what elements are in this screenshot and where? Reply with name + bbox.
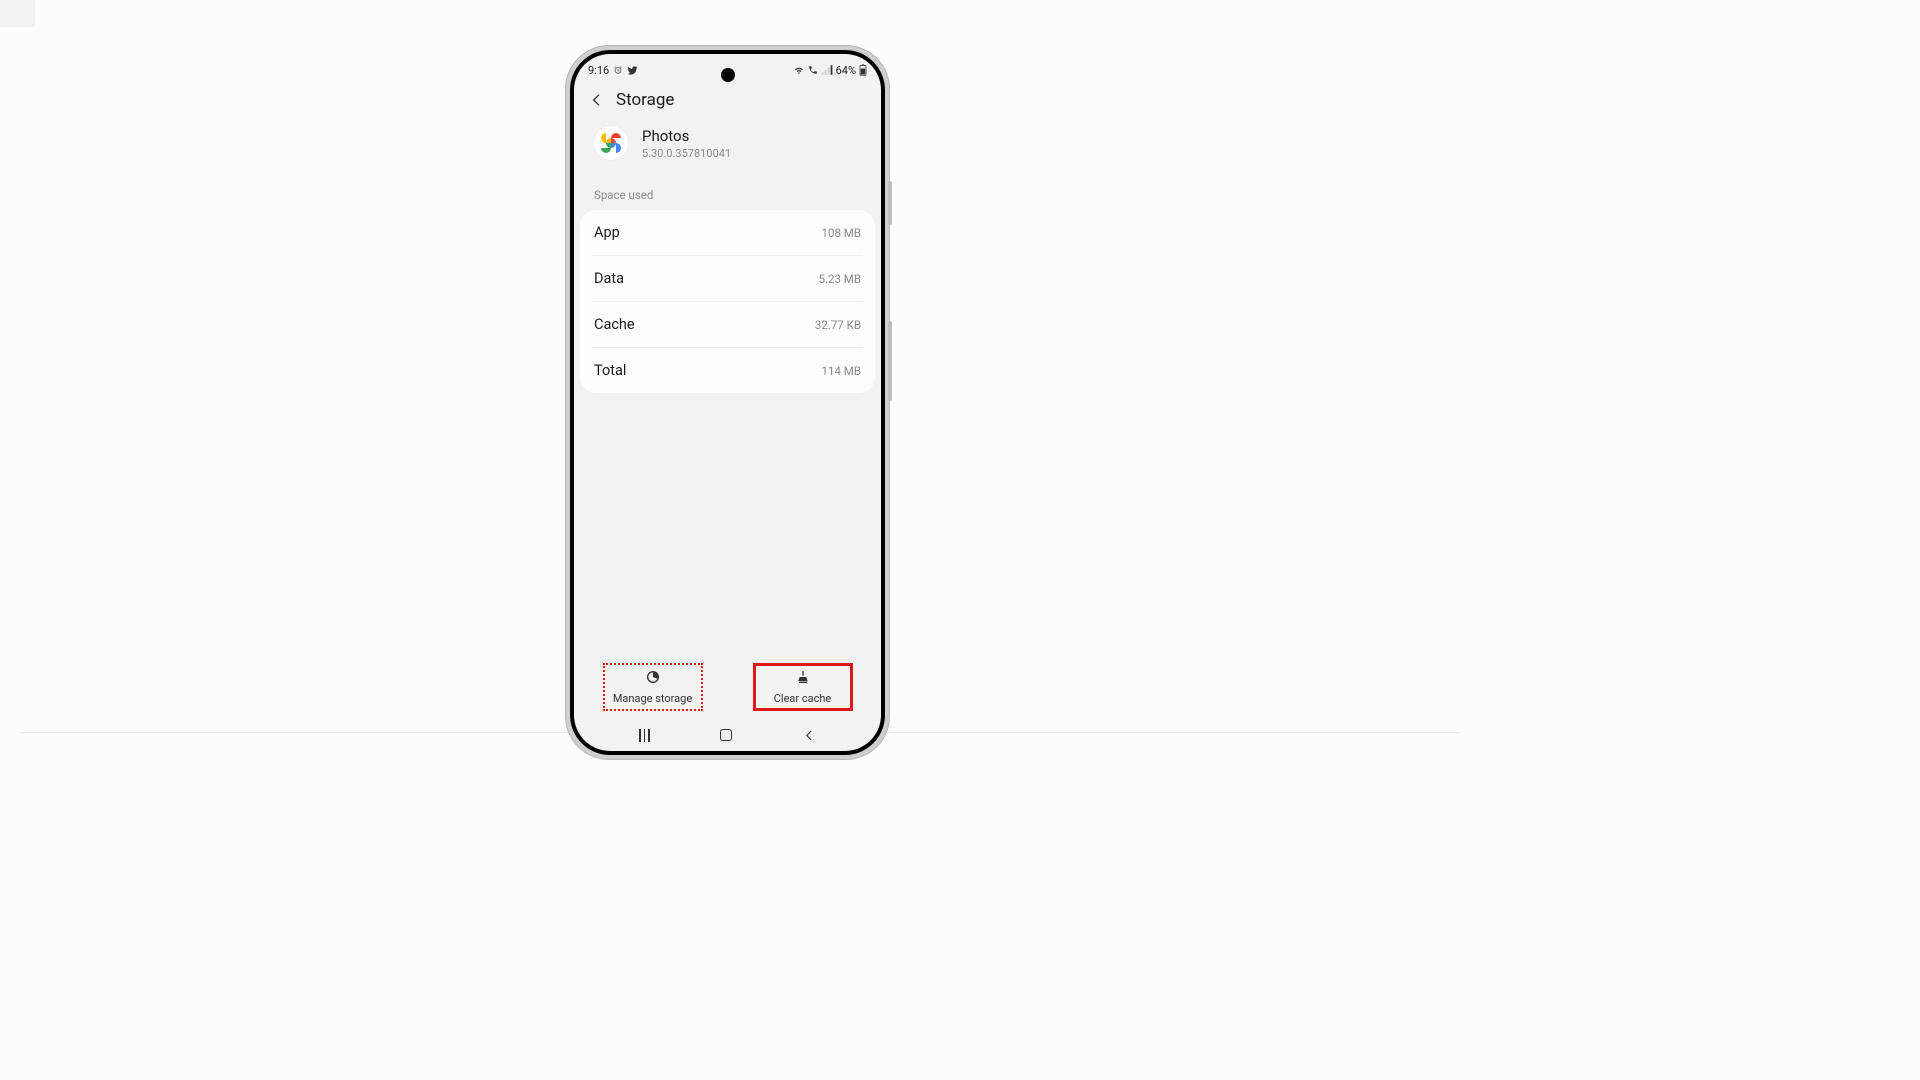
- row-label: Cache: [594, 316, 635, 333]
- pie-chart-icon: [645, 669, 661, 688]
- row-value: 5.23 MB: [819, 272, 861, 286]
- screen-header: Storage: [574, 82, 881, 124]
- signal-icon: [821, 65, 833, 75]
- storage-row-total: Total 114 MB: [592, 348, 863, 393]
- android-nav-bar: [574, 723, 881, 751]
- storage-row-app: App 108 MB: [592, 210, 863, 256]
- status-battery-percent: 64%: [836, 64, 856, 77]
- wifi-calling-icon: [808, 65, 818, 75]
- row-label: Total: [594, 362, 626, 379]
- row-label: Data: [594, 270, 624, 287]
- manage-storage-label: Manage storage: [613, 692, 692, 705]
- storage-card: App 108 MB Data 5.23 MB Cache 32.77 KB T…: [580, 210, 875, 393]
- app-version: 5.30.0.357810041: [642, 147, 731, 160]
- nav-back-button[interactable]: [803, 729, 816, 742]
- phone-device-frame: 9:16: [565, 45, 890, 760]
- google-photos-icon: [601, 133, 621, 153]
- phone-side-button-upper: [888, 181, 892, 225]
- row-value: 114 MB: [822, 364, 861, 378]
- back-button[interactable]: [588, 91, 606, 109]
- twitter-icon: [627, 65, 638, 76]
- nav-home-button[interactable]: [720, 729, 732, 741]
- app-name: Photos: [642, 127, 731, 145]
- broom-icon: [795, 669, 811, 688]
- corner-box: [0, 0, 35, 27]
- row-value: 108 MB: [822, 226, 861, 240]
- app-info-block: Photos 5.30.0.357810041: [574, 124, 881, 178]
- phone-side-button-lower: [888, 321, 892, 401]
- row-value: 32.77 KB: [815, 318, 861, 332]
- chevron-left-icon: [589, 92, 605, 108]
- storage-row-data: Data 5.23 MB: [592, 256, 863, 302]
- row-label: App: [594, 224, 620, 241]
- clear-cache-label: Clear cache: [774, 692, 832, 705]
- status-time: 9:16: [588, 64, 609, 77]
- page-title: Storage: [616, 90, 674, 110]
- battery-icon: [859, 64, 867, 76]
- chevron-left-icon: [803, 729, 816, 742]
- clear-cache-button[interactable]: Clear cache: [753, 663, 853, 711]
- phone-screen: 9:16: [574, 54, 881, 751]
- nav-recents-button[interactable]: [639, 729, 650, 742]
- bottom-actions: Manage storage Clear cache: [574, 655, 881, 723]
- manage-storage-button[interactable]: Manage storage: [603, 663, 703, 711]
- wifi-icon: [793, 65, 805, 75]
- space-used-label: Space used: [574, 178, 881, 210]
- app-icon: [594, 126, 628, 160]
- alarm-icon: [613, 65, 623, 75]
- storage-row-cache: Cache 32.77 KB: [592, 302, 863, 348]
- camera-hole: [721, 68, 735, 82]
